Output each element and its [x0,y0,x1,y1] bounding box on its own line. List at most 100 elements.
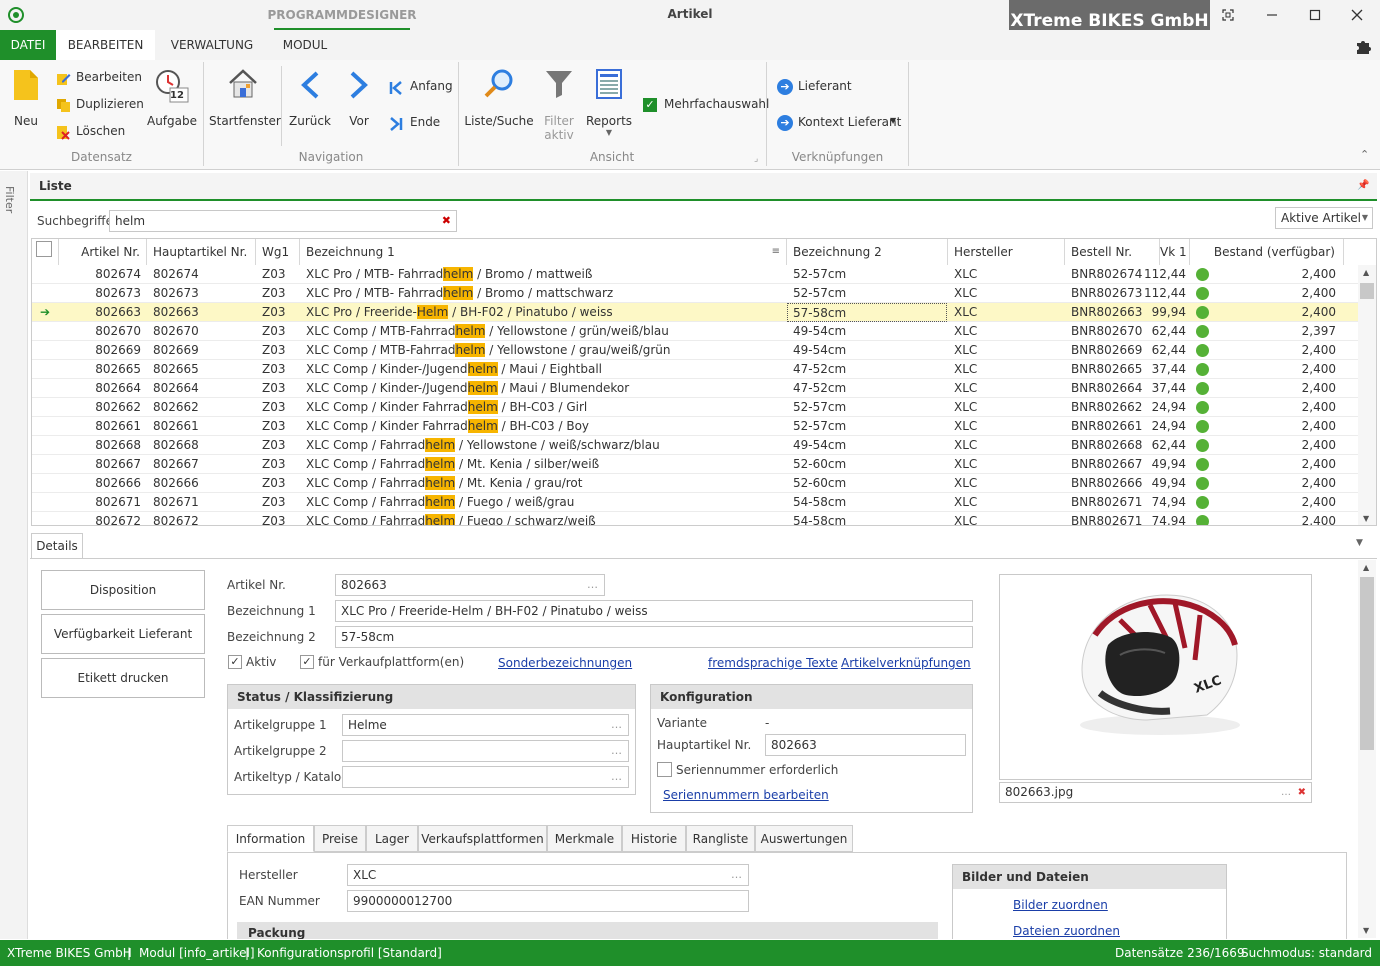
hauptartikel-field[interactable]: 802663 [765,734,966,756]
hersteller-field[interactable]: XLC… [347,864,749,886]
artikeltyp-field[interactable]: … [342,766,629,788]
table-row[interactable]: 802661 802661 Z03 XLC Comp / Kinder Fahrrad… [32,417,1358,436]
artikel-grid[interactable]: Artikel Nr. Hauptartikel Nr. Wg1 Bezeich… [31,238,1377,526]
menu-bearbeiten[interactable]: BEARBEITEN [56,30,155,60]
tab-verkaufsplattformen[interactable]: Verkaufsplattformen [418,825,547,852]
aufgabe-button[interactable]: 12 Aufgabe [146,64,198,130]
ellipsis-icon[interactable]: … [731,865,742,885]
etikett-drucken-button[interactable]: Etikett drucken [41,658,205,698]
table-row[interactable]: 802672 802672 Z03 XLC Comp / Fahrradhelm / … [32,512,1358,525]
table-row[interactable]: 802662 802662 Z03 XLC Comp / Kinder Fahrrad… [32,398,1358,417]
fremdsprachige-texte-link[interactable]: fremdsprachige Texte [708,656,838,670]
grid-scroll-thumb[interactable] [1360,283,1374,299]
loeschen-button[interactable]: Löschen [56,124,146,142]
table-row[interactable]: 802670 802670 Z03 XLC Comp / MTB-Fahrradhel… [32,322,1358,341]
seriennummer-checkbox[interactable]: Seriennummer erforderlich [657,762,838,778]
ellipsis-icon[interactable]: … [1281,783,1291,802]
bearbeiten-button[interactable]: Bearbeiten [56,70,146,88]
mehrfachauswahl-checkbox[interactable]: ✓ Mehrfachauswahl [643,97,769,115]
scroll-down-icon[interactable]: ▼ [1363,514,1369,523]
dateien-zuordnen-link[interactable]: Dateien zuordnen [1013,924,1120,938]
tab-rangliste[interactable]: Rangliste [686,825,755,852]
col-header-bestell-nr[interactable]: Bestell Nr. [1065,239,1160,265]
startfenster-button[interactable]: Startfenster [209,64,281,130]
neu-button[interactable]: Neu [6,64,46,130]
filter-aktiv-button[interactable]: Filter aktiv [538,64,580,144]
filter-sidebar[interactable] [0,171,28,939]
remove-image-icon[interactable]: ✖ [1298,783,1306,802]
scroll-up-icon[interactable]: ▲ [1363,268,1369,277]
select-all-header[interactable] [32,239,59,265]
fullscreen-icon[interactable] [1205,0,1251,30]
ellipsis-icon[interactable]: … [611,767,622,787]
ende-button[interactable]: Ende [389,115,453,133]
puzzle-icon[interactable] [1355,38,1373,54]
table-row[interactable]: 802673 802673 Z03 XLC Pro / MTB- Fahrradhel… [32,284,1358,303]
app-icon[interactable] [8,7,24,23]
tab-historie[interactable]: Historie [622,825,686,852]
table-row[interactable]: ➔ 802663 802663 Z03 XLC Pro / Freeride-Helm … [32,303,1358,322]
clear-search-icon[interactable]: ✖ [442,211,451,231]
col-header-wg1[interactable]: Wg1 [256,239,300,265]
close-icon[interactable] [1334,0,1380,30]
pin-icon[interactable]: 📌 [1357,180,1369,191]
bezeichnung2-field[interactable]: 57-58cm [335,626,973,648]
kontext-lieferant-button[interactable]: ➔ Kontext Lieferant ▼ [777,115,901,133]
ellipsis-icon[interactable]: … [611,715,622,735]
artikelgruppe1-field[interactable]: Helme… [342,714,629,736]
scroll-up-icon[interactable]: ▲ [1363,563,1369,572]
minimize-icon[interactable] [1249,0,1295,30]
tab-lager[interactable]: Lager [366,825,418,852]
vor-button[interactable]: Vor [336,64,382,130]
maximize-icon[interactable] [1292,0,1338,30]
select-all-checkbox[interactable] [36,241,52,257]
bilder-zuordnen-link[interactable]: Bilder zuordnen [1013,898,1108,912]
table-row[interactable]: 802664 802664 Z03 XLC Comp / Kinder-/Jugend… [32,379,1358,398]
menu-datei[interactable]: DATEI [0,30,56,60]
duplizieren-button[interactable]: Duplizieren [56,97,146,115]
reports-button[interactable]: Reports ▼ [586,64,632,144]
table-row[interactable]: 802674 802674 Z03 XLC Pro / MTB- Fahrradhel… [32,265,1358,284]
artikel-filter-select[interactable]: Aktive Artikel ▼ [1275,207,1373,229]
details-scrollbar[interactable]: ▲ ▼ [1358,560,1376,938]
ellipsis-icon[interactable]: … [587,575,598,595]
col-header-hauptartikel[interactable]: Hauptartikel Nr. [147,239,256,265]
table-row[interactable]: 802667 802667 Z03 XLC Comp / Fahrradhelm / … [32,455,1358,474]
anfang-button[interactable]: Anfang [389,79,453,97]
lieferant-button[interactable]: ➔ Lieferant [777,79,897,97]
artikelverknuepfungen-link[interactable]: Artikelverknüpfungen [841,656,971,670]
collapse-ribbon-icon[interactable]: ⌃ [1360,148,1369,161]
aktiv-checkbox[interactable]: ✓ Aktiv [228,655,288,671]
sonderbezeichnungen-link[interactable]: Sonderbezeichnungen [498,656,632,670]
bezeichnung1-field[interactable]: XLC Pro / Freeride-Helm / BH-F02 / Pinat… [335,600,973,622]
menu-verwaltung[interactable]: VERWALTUNG [160,30,264,60]
table-row[interactable]: 802666 802666 Z03 XLC Comp / Fahrradhelm / … [32,474,1358,493]
verkaufplattform-checkbox[interactable]: ✓ für Verkaufplattform(en) [300,655,464,671]
col-header-bezeichnung1[interactable]: Bezeichnung 1 ≡ [300,239,787,265]
artikel-nr-field[interactable]: 802663… [335,574,605,596]
disposition-button[interactable]: Disposition [41,570,205,610]
liste-suche-button[interactable]: Liste/Suche [464,64,534,130]
menu-modul[interactable]: MODUL [272,30,338,60]
seriennummern-bearbeiten-link[interactable]: Seriennummern bearbeiten [663,788,829,802]
ellipsis-icon[interactable]: … [611,741,622,761]
tab-auswertungen[interactable]: Auswertungen [755,825,853,852]
search-input[interactable]: helm ✖ [109,210,457,232]
table-row[interactable]: 802669 802669 Z03 XLC Comp / MTB-Fahrradhel… [32,341,1358,360]
table-row[interactable]: 802668 802668 Z03 XLC Comp / Fahrradhelm / … [32,436,1358,455]
verfuegbarkeit-lieferant-button[interactable]: Verfügbarkeit Lieferant [41,614,205,654]
product-image[interactable]: XLC [999,574,1312,780]
col-header-vk1[interactable]: Vk 1 [1160,239,1190,265]
scroll-down-icon[interactable]: ▼ [1363,926,1369,935]
col-header-hersteller[interactable]: Hersteller [948,239,1065,265]
grid-scrollbar[interactable]: ▲ ▼ [1358,265,1376,525]
dialog-launcher-icon[interactable]: ⌟ [754,154,758,164]
table-row[interactable]: 802665 802665 Z03 XLC Comp / Kinder-/Jugend… [32,360,1358,379]
tab-preise[interactable]: Preise [314,825,366,852]
image-filename-field[interactable]: 802663.jpg … ✖ [999,782,1312,803]
table-row[interactable]: 802671 802671 Z03 XLC Comp / Fahrradhelm / … [32,493,1358,512]
ean-field[interactable]: 9900000012700 [347,890,749,912]
tab-information[interactable]: Information [227,825,314,852]
col-header-bestand[interactable]: Bestand (verfügbar) [1190,239,1344,265]
details-tab[interactable]: Details [31,533,83,558]
